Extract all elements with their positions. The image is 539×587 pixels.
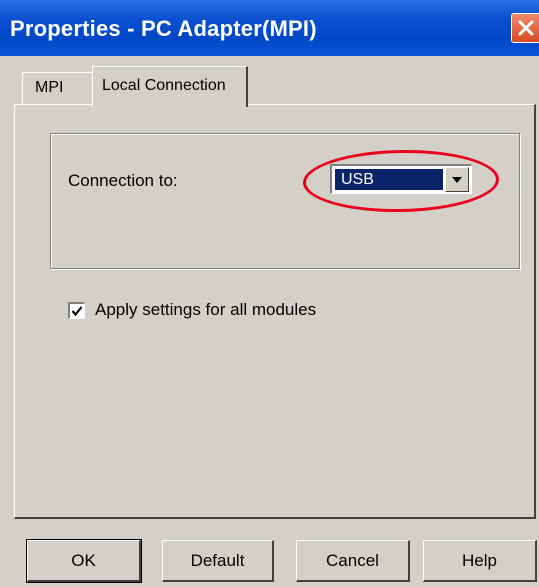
connection-to-label: Connection to: [68,171,178,190]
checkmark-icon [71,306,83,317]
cancel-button[interactable]: Cancel [296,540,410,582]
tab-mpi-label: MPI [35,79,64,96]
default-button[interactable]: Default [162,540,274,582]
close-button[interactable] [511,13,539,43]
apply-settings-label: Apply settings for all modules [95,300,317,319]
tab-local-connection[interactable]: Local Connection [92,66,248,107]
tab-mpi[interactable]: MPI [22,72,94,105]
help-button[interactable]: Help [423,540,537,582]
window-title: Properties - PC Adapter(MPI) [10,16,317,41]
properties-dialog: Properties - PC Adapter(MPI) MPI Local C… [0,0,539,587]
title-bar: Properties - PC Adapter(MPI) [0,0,539,56]
apply-settings-checkbox[interactable] [68,302,85,319]
tab-local-connection-label: Local Connection [102,77,226,94]
ok-button[interactable]: OK [26,539,142,583]
close-icon [518,20,534,36]
